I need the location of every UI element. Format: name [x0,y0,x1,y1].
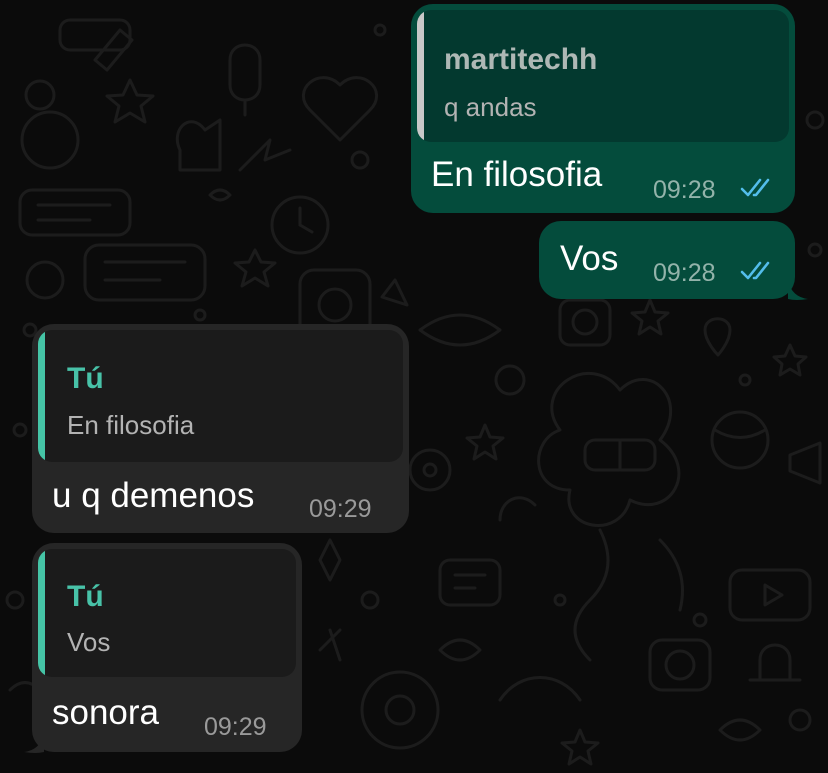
message-time: 09:28 [653,176,716,204]
message-text: Vos [560,239,619,278]
message-bubble-outgoing[interactable]: Vos 09:28 [539,221,795,299]
reply-quote-bar [38,549,45,677]
message-text: En filosofia [431,155,603,194]
reply-author: Tú [67,580,104,613]
message-bubble-incoming[interactable]: Tú Vos sonora 09:29 [32,543,302,752]
bubble-tail [788,281,808,300]
reply-quote-bar [38,330,45,462]
reply-author: Tú [67,362,104,395]
reply-author: martitechh [444,43,598,76]
bubble-tail [24,734,44,753]
message-text: u q demenos [52,476,255,515]
message-time: 09:29 [309,495,372,523]
message-time: 09:29 [204,713,267,741]
message-text: sonora [52,693,160,732]
message-time: 09:28 [653,259,716,287]
reply-quote[interactable]: Tú Vos [38,549,296,677]
reply-text: En filosofia [67,410,195,440]
reply-quote[interactable]: Tú En filosofia [38,330,403,462]
double-check-read-icon [740,261,770,280]
message-bubble-incoming[interactable]: Tú En filosofia u q demenos 09:29 [32,324,409,533]
reply-text: q andas [444,92,537,122]
reply-quote-bar [417,10,424,142]
message-bubble-outgoing[interactable]: martitechh q andas En filosofia 09:28 [411,4,795,213]
double-check-read-icon [740,178,770,197]
reply-quote[interactable]: martitechh q andas [417,10,789,142]
reply-text: Vos [67,627,111,657]
